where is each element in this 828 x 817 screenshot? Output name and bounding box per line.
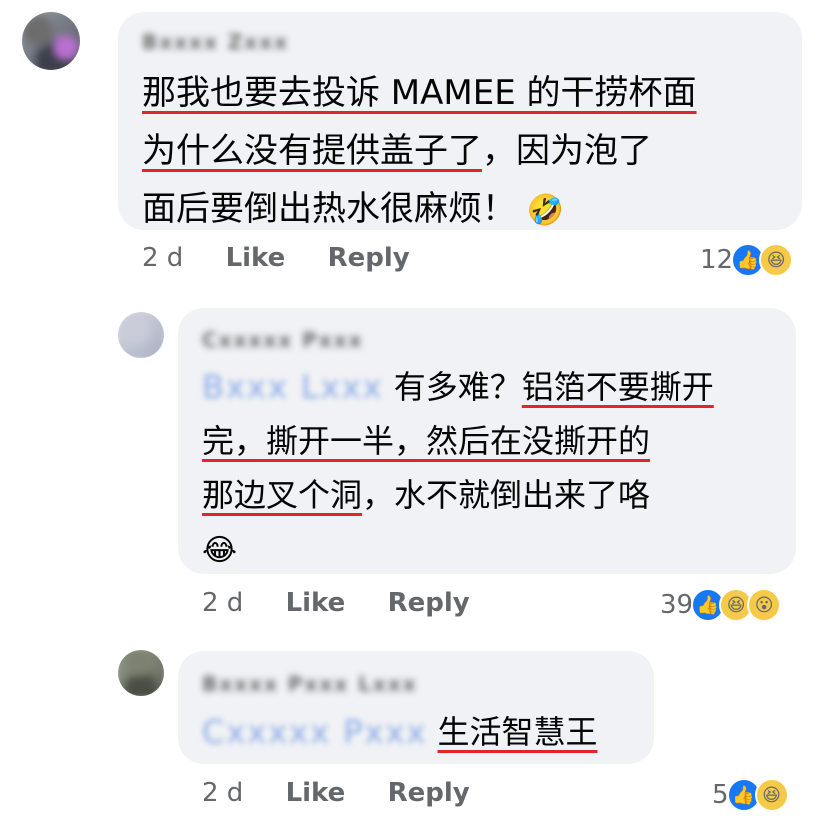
comment-text: Bxxx Lxxx 有多难？铝箔不要撕开 完，撕开一半，然后在没撕开的 那边叉个… bbox=[202, 360, 714, 578]
reply-button[interactable]: Reply bbox=[328, 243, 410, 273]
comment-actions: 2 d Like Reply bbox=[202, 778, 470, 808]
laughing-face-icon: 😆 bbox=[754, 778, 789, 812]
comment-text-part: 有多难？ bbox=[383, 368, 522, 406]
rolling-laughing-emoji: 🤣 bbox=[526, 193, 565, 228]
mention-link[interactable]: Cxxxxx Pxxx bbox=[202, 713, 427, 751]
comment-author[interactable]: Cxxxxx Pxxx bbox=[202, 328, 364, 352]
tears-of-joy-emoji: 😂 bbox=[202, 533, 238, 568]
comment-text-part: 那我也要去投诉 MAMEE 的干捞杯面 bbox=[142, 73, 697, 113]
comment-text-part bbox=[427, 713, 437, 751]
reply-button[interactable]: Reply bbox=[388, 588, 470, 618]
reaction-count: 12 bbox=[700, 245, 734, 275]
reply-button[interactable]: Reply bbox=[388, 778, 470, 808]
reaction-summary[interactable]: 39 👍 😆 😮 bbox=[660, 588, 782, 622]
comment-text-part: 面后要倒出热水很麻烦！ bbox=[142, 189, 516, 229]
like-button[interactable]: Like bbox=[286, 778, 346, 808]
laughing-face-icon: 😆 bbox=[759, 243, 794, 277]
avatar[interactable] bbox=[22, 12, 80, 70]
comment-timestamp[interactable]: 2 d bbox=[202, 588, 243, 618]
surprised-face-icon: 😮 bbox=[747, 588, 782, 622]
comment-author[interactable]: Bxxxx Pxxx Lxxx bbox=[202, 672, 418, 696]
comment-actions: 2 d Like Reply bbox=[202, 588, 470, 618]
avatar[interactable] bbox=[118, 650, 164, 696]
comment-text-part: ，因为泡了 bbox=[482, 131, 652, 171]
comment-author[interactable]: Bxxxx Zxxx bbox=[142, 30, 289, 54]
like-button[interactable]: Like bbox=[226, 243, 286, 273]
reaction-summary[interactable]: 5 👍 😆 bbox=[712, 778, 789, 812]
comment-text-part: 为什么没有提供盖子了 bbox=[142, 131, 482, 171]
comment-text-part: 完，撕开一半，然后在没撕开的 bbox=[202, 422, 651, 460]
like-button[interactable]: Like bbox=[286, 588, 346, 618]
comment-text-part: 铝箔不要撕开 bbox=[521, 368, 714, 406]
comment-text-part: 生活智慧王 bbox=[437, 713, 598, 751]
comment-text: Cxxxxx Pxxx 生活智慧王 bbox=[202, 705, 598, 759]
reaction-summary[interactable]: 12 👍 😆 bbox=[700, 243, 794, 277]
comment-text-part: ，水不就倒出来了咯 bbox=[362, 476, 651, 514]
comment-text: 那我也要去投诉 MAMEE 的干捞杯面 为什么没有提供盖子了，因为泡了 面后要倒… bbox=[142, 64, 697, 240]
comment-text-part: 那边叉个洞 bbox=[202, 476, 363, 514]
reaction-count: 39 bbox=[660, 590, 694, 620]
comment-actions: 2 d Like Reply bbox=[142, 243, 410, 273]
avatar[interactable] bbox=[118, 312, 164, 358]
comment-timestamp[interactable]: 2 d bbox=[202, 778, 243, 808]
comment-timestamp[interactable]: 2 d bbox=[142, 243, 183, 273]
mention-link[interactable]: Bxxx Lxxx bbox=[202, 368, 384, 406]
